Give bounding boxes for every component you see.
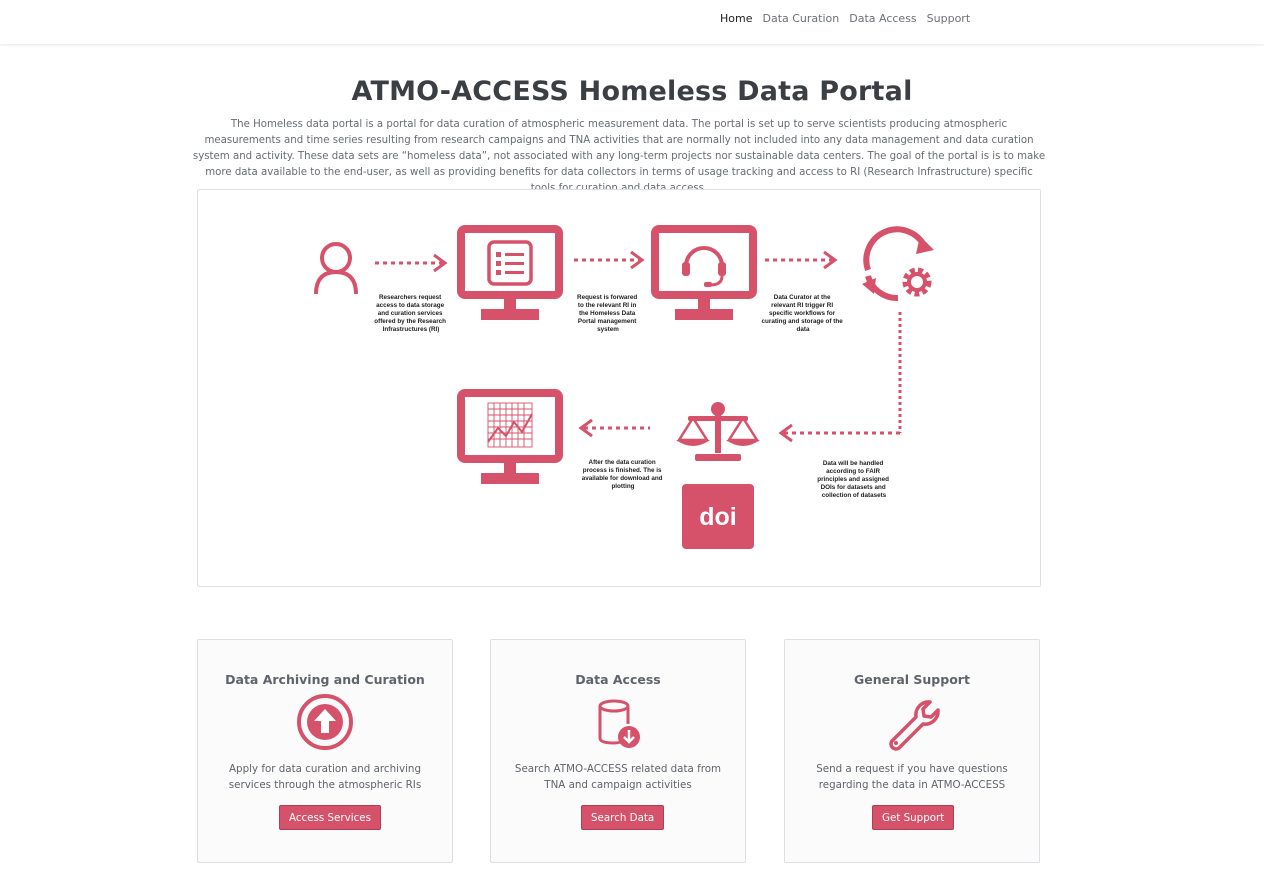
card-data-access: Data Access Search ATMO-ACCESS related d… xyxy=(490,639,746,863)
arrow-right-icon xyxy=(574,250,645,270)
workflow-diagram: doi Researchers request access to data s… xyxy=(197,189,1041,587)
arrow-right-icon xyxy=(375,253,448,273)
monitor-headset-icon xyxy=(651,225,757,320)
database-download-icon xyxy=(598,699,640,748)
card-description: Send a request if you have questions reg… xyxy=(816,763,1008,791)
wrench-icon xyxy=(889,700,940,751)
card-general-support: General Support Send a request if you ha… xyxy=(784,639,1040,863)
main-nav: Home Data Curation Data Access Support xyxy=(720,12,970,25)
intro-paragraph: The Homeless data portal is a portal for… xyxy=(192,119,1046,194)
step-caption-fair: Data will be handled according to FAIR p… xyxy=(817,460,891,499)
step-caption-forward: Request is forwared to the relevant RI i… xyxy=(577,294,639,333)
nav-data-curation-link[interactable]: Data Curation xyxy=(762,12,839,25)
search-data-button[interactable]: Search Data xyxy=(581,805,665,830)
user-icon xyxy=(314,242,358,295)
get-support-button[interactable]: Get Support xyxy=(872,805,955,830)
card-title: Data Access xyxy=(575,672,661,687)
card-description: Apply for data curation and archiving se… xyxy=(228,763,422,791)
page-title: ATMO-ACCESS Homeless Data Portal xyxy=(351,76,913,107)
arrow-left-icon xyxy=(578,418,650,438)
nav-data-access-link[interactable]: Data Access xyxy=(849,12,916,25)
monitor-chart-icon xyxy=(457,389,563,484)
card-description: Search ATMO-ACCESS related data from TNA… xyxy=(514,763,722,791)
upload-circle-icon xyxy=(297,694,353,750)
card-title: General Support xyxy=(854,672,970,687)
step-caption-curator: Data Curator at the relevant RI trigger … xyxy=(762,294,845,333)
monitor-list-icon xyxy=(457,225,563,320)
card-data-archiving: Data Archiving and Curation Apply for da… xyxy=(197,639,453,863)
scale-icon xyxy=(676,402,760,461)
doi-icon: doi xyxy=(682,484,754,549)
top-navbar: Home Data Curation Data Access Support xyxy=(0,0,1264,44)
nav-support-link[interactable]: Support xyxy=(927,12,970,25)
nav-home-link[interactable]: Home xyxy=(720,12,752,25)
access-services-button[interactable]: Access Services xyxy=(279,805,381,830)
step-caption-request: Researchers request access to data stora… xyxy=(374,294,448,333)
step-caption-finished: After the data curation process is finis… xyxy=(582,459,665,490)
arrow-right-icon xyxy=(765,250,838,270)
svg-text:doi: doi xyxy=(699,503,737,531)
card-title: Data Archiving and Curation xyxy=(225,672,425,687)
refresh-gear-icon xyxy=(862,226,934,301)
